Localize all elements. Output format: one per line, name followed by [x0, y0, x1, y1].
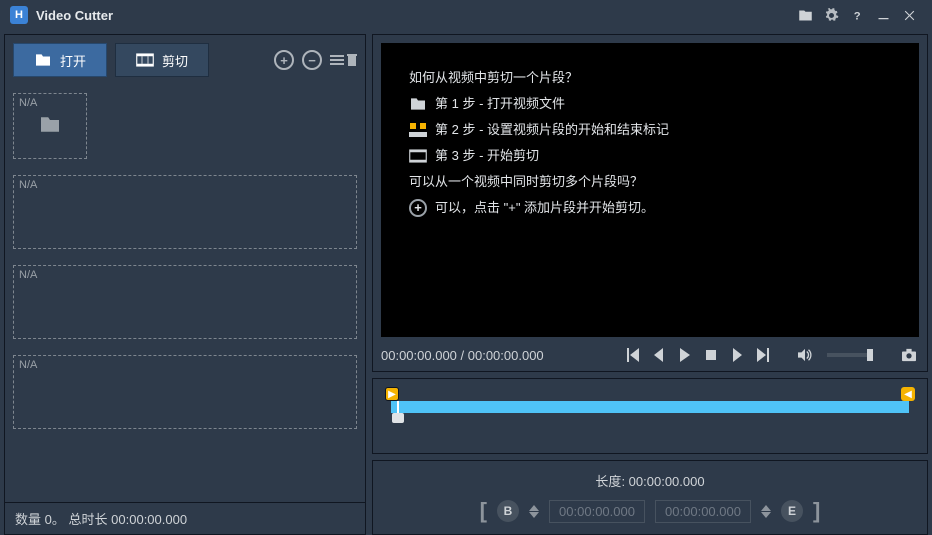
next-marker-button[interactable] [753, 345, 773, 365]
filmstrip-icon [409, 149, 427, 163]
left-footer: 数量 0。 总时长 00:00:00.000 [5, 502, 365, 534]
instruction-question-1: 如何从视频中剪切一个片段？ [409, 65, 891, 91]
volume-icon[interactable] [795, 345, 815, 365]
trash-icon [347, 53, 357, 67]
video-area: 如何从视频中剪切一个片段？ 第 1 步 - 打开视频文件 第 2 步 - 设置视… [381, 43, 919, 337]
playhead[interactable] [397, 401, 399, 413]
step-1: 第 1 步 - 打开视频文件 [409, 91, 891, 117]
slot-na-label: N/A [19, 359, 37, 371]
instruction-answer: + 可以，点击 "+" 添加片段并开始剪切。 [409, 195, 891, 221]
slot-na-label: N/A [19, 97, 37, 109]
left-toolbar: 打开 剪切 + − [5, 35, 365, 85]
minimize-icon[interactable] [870, 2, 896, 28]
remove-clip-button[interactable]: − [302, 50, 322, 70]
timeline-panel: ▶ ◀ [372, 378, 928, 454]
folder-icon [34, 53, 52, 67]
snapshot-button[interactable] [899, 345, 919, 365]
bracket-open-icon[interactable]: [ [480, 498, 487, 524]
end-time-input[interactable]: 00:00:00.000 [655, 500, 751, 523]
cut-button[interactable]: 剪切 [115, 43, 209, 77]
settings-icon[interactable] [818, 2, 844, 28]
svg-text:?: ? [853, 10, 860, 22]
length-panel: 长度: 00:00:00.000 [ B 00:00:00.000 00:00:… [372, 460, 928, 535]
app-title: Video Cutter [36, 8, 113, 23]
step-back-button[interactable] [649, 345, 669, 365]
left-panel: 打开 剪切 + − N/A N/A [4, 34, 366, 535]
player-controls: 00:00:00.000 / 00:00:00.000 [381, 345, 919, 365]
list-menu-button[interactable] [330, 53, 357, 67]
right-panel: 如何从视频中剪切一个片段？ 第 1 步 - 打开视频文件 第 2 步 - 设置视… [372, 34, 928, 535]
begin-label-icon: B [497, 500, 519, 522]
timeline[interactable]: ▶ ◀ [383, 387, 917, 431]
volume-slider[interactable] [827, 353, 873, 357]
titlebar: H Video Cutter ? [0, 0, 932, 30]
start-time-input[interactable]: 00:00:00.000 [549, 500, 645, 523]
end-spinner[interactable] [761, 505, 771, 518]
instruction-question-2: 可以从一个视频中同时剪切多个片段吗？ [409, 169, 891, 195]
bracket-close-icon[interactable]: ] [813, 498, 820, 524]
start-spinner[interactable] [529, 505, 539, 518]
folder-icon [409, 97, 427, 111]
filmstrip-icon [136, 53, 154, 67]
step-2: 第 2 步 - 设置视频片段的开始和结束标记 [409, 117, 891, 143]
end-label-icon: E [781, 500, 803, 522]
length-title: 长度: 00:00:00.000 [383, 471, 917, 490]
play-button[interactable] [675, 345, 695, 365]
player-panel: 如何从视频中剪切一个片段？ 第 1 步 - 打开视频文件 第 2 步 - 设置视… [372, 34, 928, 372]
open-folder-icon[interactable] [792, 2, 818, 28]
prev-marker-button[interactable] [623, 345, 643, 365]
clip-slot-0[interactable]: N/A [13, 85, 357, 167]
plus-icon: + [409, 199, 427, 217]
help-icon[interactable]: ? [844, 2, 870, 28]
open-button-label: 打开 [60, 51, 86, 70]
cut-button-label: 剪切 [162, 51, 188, 70]
close-icon[interactable] [896, 2, 922, 28]
stop-button[interactable] [701, 345, 721, 365]
step-forward-button[interactable] [727, 345, 747, 365]
step-3: 第 3 步 - 开始剪切 [409, 143, 891, 169]
clip-slot-1[interactable]: N/A [13, 167, 357, 257]
end-marker[interactable]: ◀ [901, 387, 915, 401]
folder-icon [39, 116, 61, 137]
add-clip-button[interactable]: + [274, 50, 294, 70]
start-marker[interactable]: ▶ [385, 387, 399, 401]
clip-slot-3[interactable]: N/A [13, 347, 357, 437]
slot-na-label: N/A [19, 179, 37, 191]
clips-list: N/A N/A N/A N/A [5, 85, 365, 502]
app-icon: H [10, 6, 28, 24]
open-button[interactable]: 打开 [13, 43, 107, 77]
time-display: 00:00:00.000 / 00:00:00.000 [381, 348, 617, 363]
clip-slot-2[interactable]: N/A [13, 257, 357, 347]
slot-na-label: N/A [19, 269, 37, 281]
markers-icon [409, 122, 427, 138]
